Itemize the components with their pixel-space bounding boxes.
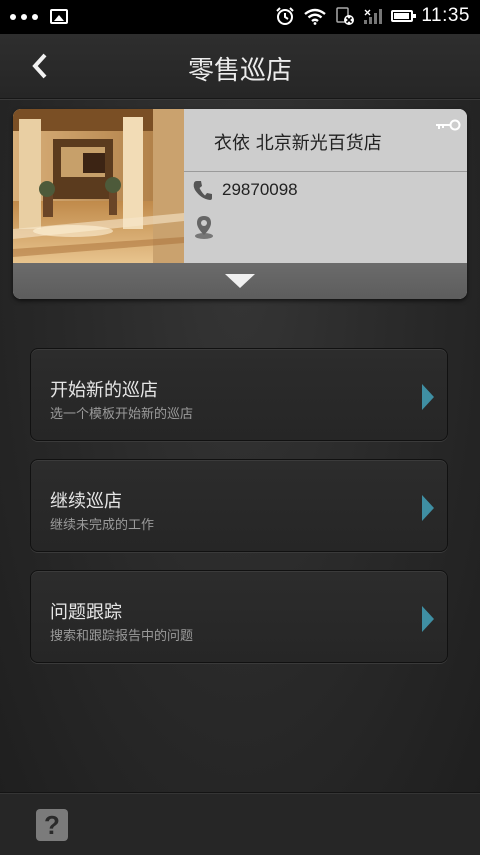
expand-bar[interactable] [13,263,467,299]
chevron-right-icon [422,384,434,410]
bottom-bar: ? [0,792,480,855]
menu-item-issue-tracking[interactable]: 问题跟踪 搜索和跟踪报告中的问题 [30,570,448,663]
menu-item-continue[interactable]: 继续巡店 继续未完成的工作 [30,459,448,552]
wifi-icon [304,8,327,25]
location-pin-icon [195,216,213,239]
menu-title: 问题跟踪 [50,602,122,623]
divider [184,171,467,172]
store-name: 衣依 北京新光百货店 [214,133,382,154]
menu-subtitle: 搜索和跟踪报告中的问题 [50,629,194,644]
chevron-right-icon [422,495,434,521]
phone-row[interactable]: 29870098 [192,179,298,201]
menu-subtitle: 继续未完成的工作 [50,518,155,533]
title-bar: 零售巡店 [0,34,480,99]
image-icon [50,9,68,24]
location-row[interactable] [193,214,215,244]
store-info: 衣依 北京新光百货店 29870098 [184,109,467,263]
store-photo [13,109,184,263]
help-button[interactable]: ? [36,809,68,841]
phone-number: 29870098 [222,180,298,199]
menu-title: 开始新的巡店 [50,380,158,401]
page-title: 零售巡店 [187,56,292,86]
store-card[interactable]: 衣依 北京新光百货店 29870098 [13,109,467,299]
chevron-right-icon [422,606,434,632]
phone-icon [193,181,212,200]
chevron-down-icon [225,274,255,288]
menu-item-start-new[interactable]: 开始新的巡店 选一个模板开始新的巡店 [30,348,448,441]
status-bar: 11:35 [0,0,480,34]
battery-icon [391,10,417,22]
more-dots-icon [10,13,38,20]
signal-icon [364,9,383,24]
key-icon[interactable] [435,119,461,131]
status-time: 11:35 [421,5,470,26]
alarm-icon [276,7,295,25]
sim-off-icon [336,7,355,25]
menu-title: 继续巡店 [50,491,122,512]
menu-subtitle: 选一个模板开始新的巡店 [50,407,194,422]
